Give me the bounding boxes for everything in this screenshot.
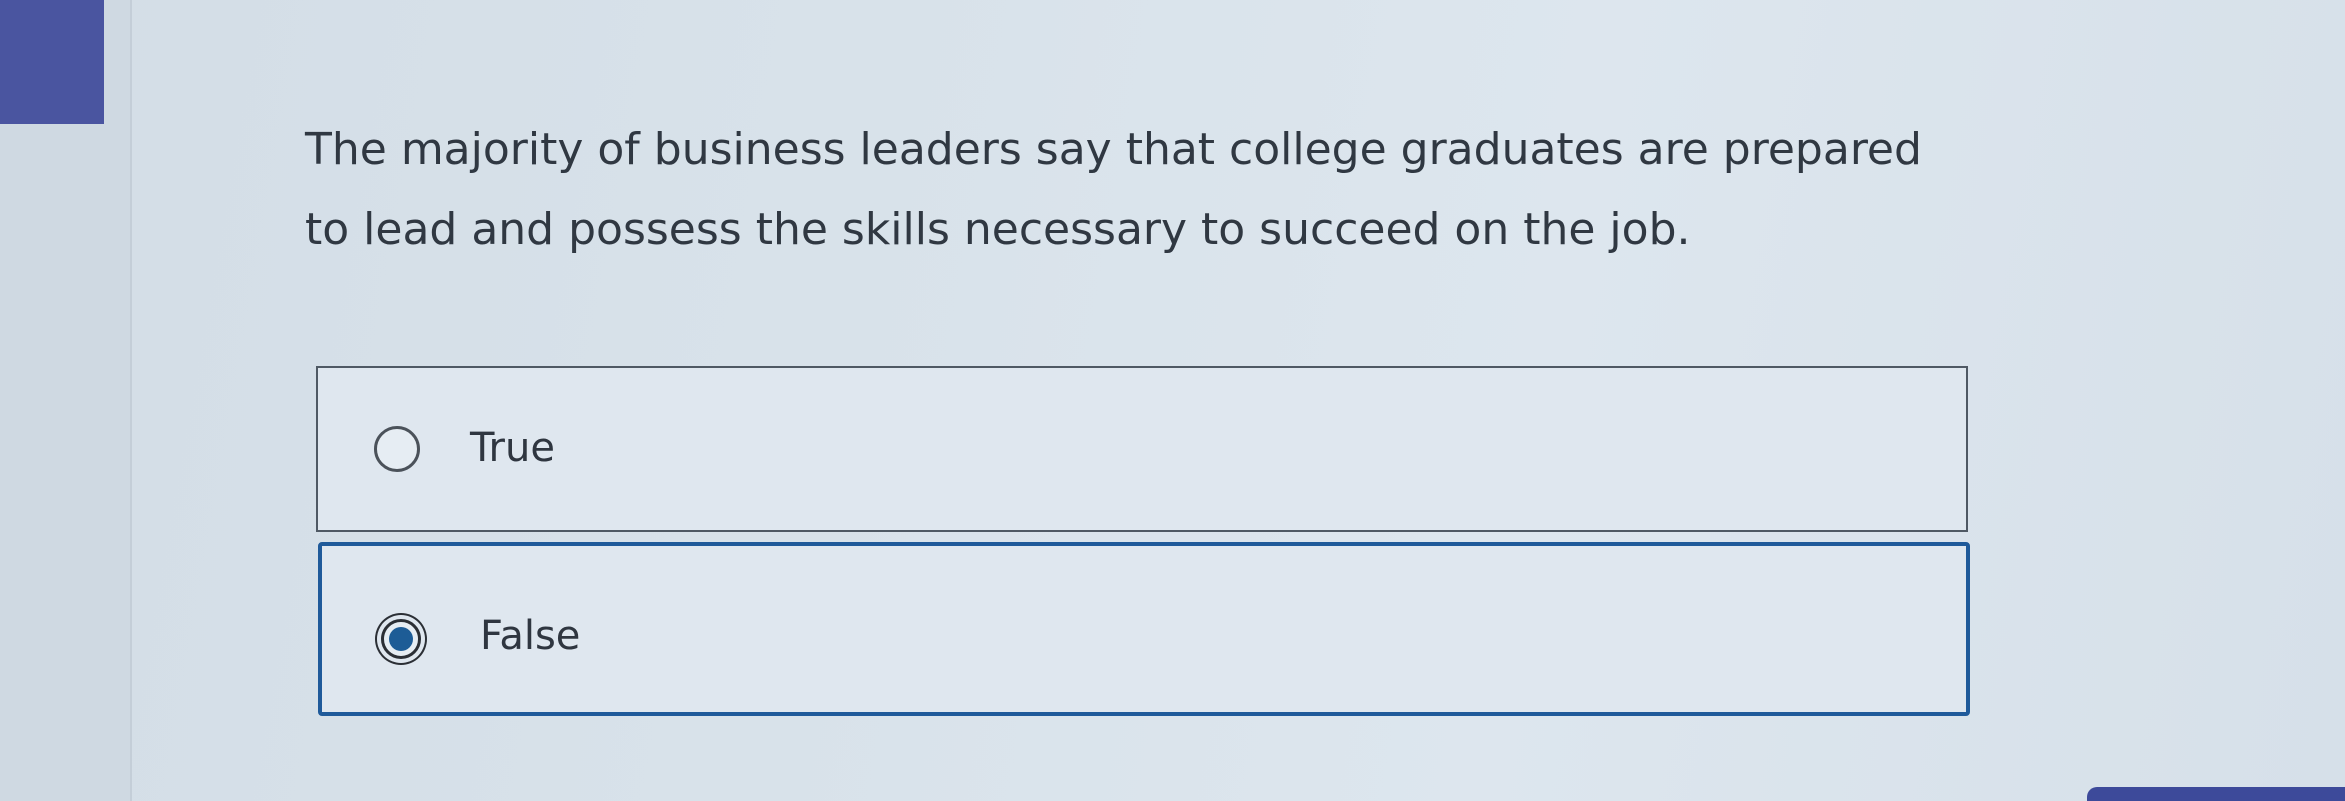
radio-button-unselected[interactable]: [374, 426, 420, 472]
nav-accent-block: [0, 0, 104, 124]
question-text: The majority of business leaders say tha…: [305, 124, 1922, 255]
radio-selected-dot-icon: [389, 627, 413, 651]
bottom-right-nav-tab[interactable]: [2087, 787, 2345, 801]
answer-option-true[interactable]: True: [316, 366, 1968, 532]
radio-button-selected[interactable]: [381, 619, 421, 659]
answer-option-label: False: [480, 613, 581, 659]
answer-option-label: True: [470, 425, 555, 471]
answer-option-false[interactable]: False: [318, 542, 1970, 716]
